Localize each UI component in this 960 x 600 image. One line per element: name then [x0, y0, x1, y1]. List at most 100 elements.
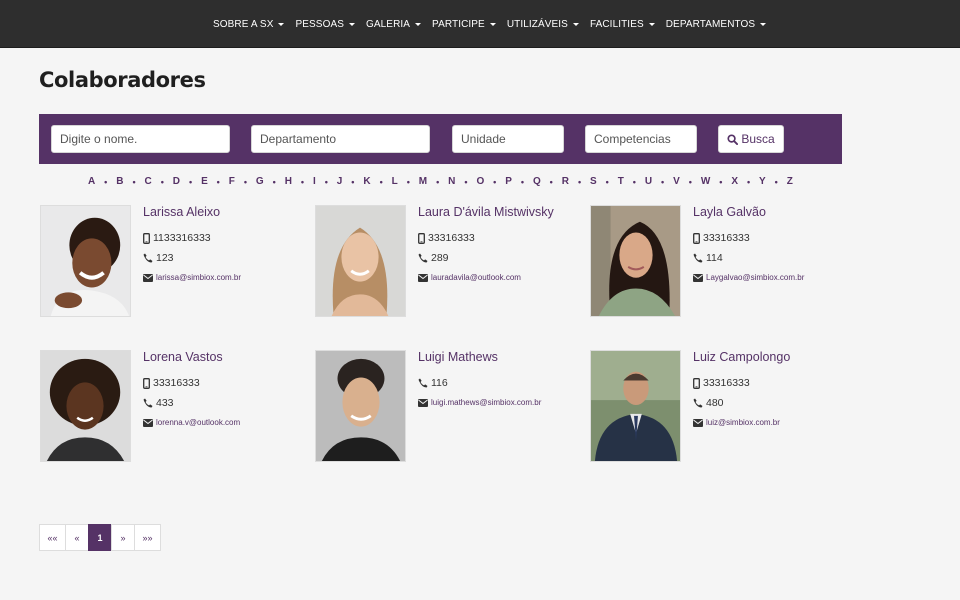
alphabet-letter-h[interactable]: H: [285, 176, 292, 187]
next-page-button[interactable]: »: [111, 524, 135, 551]
alphabet-separator: •: [216, 176, 220, 187]
email-address: luiz@simbiox.com.br: [706, 418, 780, 427]
alphabet-separator: •: [160, 176, 164, 187]
envelope-icon: [418, 273, 428, 282]
alphabet-letter-f[interactable]: F: [229, 176, 235, 187]
alphabet-separator: •: [493, 176, 497, 187]
person-name[interactable]: Luigi Mathews: [418, 350, 498, 364]
alphabet-letter-r[interactable]: R: [562, 176, 569, 187]
alphabet-letter-c[interactable]: C: [145, 176, 152, 187]
name-search-input[interactable]: [51, 125, 230, 153]
caret-down-icon: [648, 22, 655, 26]
mobile-number: 33316333: [153, 377, 200, 389]
alphabet-letter-d[interactable]: D: [173, 176, 180, 187]
alphabet-letter-z[interactable]: Z: [787, 176, 793, 187]
alphabet-separator: •: [577, 176, 582, 187]
current-page-button[interactable]: 1: [88, 524, 112, 551]
email-line[interactable]: Laygalvao@simbiox.com.br: [693, 273, 804, 282]
email-line[interactable]: luigi.mathews@simbiox.com.br: [418, 398, 541, 407]
envelope-icon: [693, 418, 703, 427]
phone-icon: [418, 253, 428, 263]
caret-down-icon: [760, 22, 767, 26]
nav-item-participe[interactable]: PARTICIPE: [432, 19, 496, 30]
skills-input[interactable]: [585, 125, 697, 153]
nav-item-utilizaveis[interactable]: UTILIZÁVEIS: [507, 19, 579, 30]
alphabet-letter-i[interactable]: I: [313, 176, 316, 187]
alphabet-letter-g[interactable]: G: [256, 176, 264, 187]
envelope-icon: [693, 273, 703, 282]
person-name[interactable]: Luiz Campolongo: [693, 350, 790, 364]
phone-icon: [143, 398, 153, 408]
prev-page-button[interactable]: «: [65, 524, 89, 551]
person-photo[interactable]: [40, 350, 131, 462]
email-address: lauradavila@outlook.com: [431, 273, 521, 282]
alphabet-letter-o[interactable]: O: [476, 176, 484, 187]
alphabet-letter-w[interactable]: W: [701, 176, 710, 187]
alphabet-separator: •: [520, 176, 525, 187]
alphabet-letter-k[interactable]: K: [363, 176, 370, 187]
nav-item-label: DEPARTAMENTOS: [665, 18, 756, 30]
email-line[interactable]: larissa@simbiox.com.br: [143, 273, 241, 282]
alphabet-letter-a[interactable]: A: [88, 176, 95, 187]
alphabet-letter-n[interactable]: N: [448, 176, 455, 187]
mobile-line: 1133316333: [143, 232, 211, 244]
phone-line: 480: [693, 397, 724, 409]
caret-down-icon: [278, 22, 285, 26]
alphabet-letter-b[interactable]: B: [116, 176, 123, 187]
envelope-icon: [143, 418, 153, 427]
last-page-button[interactable]: »»: [134, 524, 161, 551]
nav-item-label: FACILITIES: [589, 18, 644, 30]
unit-input[interactable]: [452, 125, 564, 153]
phone-extension: 116: [431, 377, 448, 389]
person-name[interactable]: Larissa Aleixo: [143, 205, 220, 219]
alphabet-letter-q[interactable]: Q: [533, 176, 541, 187]
email-address: lorenna.v@outlook.com: [156, 418, 241, 427]
nav-item-label: SOBRE A SX: [213, 18, 274, 30]
person-name[interactable]: Lorena Vastos: [143, 350, 223, 364]
alphabet-separator: •: [632, 176, 636, 187]
alphabet-letter-t[interactable]: T: [618, 176, 624, 187]
alphabet-separator: •: [300, 176, 305, 187]
alphabet-separator: •: [406, 176, 410, 187]
phone-extension: 123: [156, 252, 174, 264]
alphabet-letter-p[interactable]: P: [505, 176, 512, 187]
department-input[interactable]: [251, 125, 430, 153]
email-line[interactable]: lorenna.v@outlook.com: [143, 418, 240, 427]
person-name[interactable]: Laura D'ávila Mistwivsky: [418, 205, 554, 219]
person-name[interactable]: Layla Galvão: [693, 205, 766, 219]
person-photo[interactable]: [590, 205, 681, 317]
nav-item-pessoas[interactable]: PESSOAS: [295, 19, 355, 30]
nav-item-label: PESSOAS: [295, 18, 344, 30]
email-line[interactable]: lauradavila@outlook.com: [418, 273, 521, 282]
alphabet-letter-v[interactable]: V: [673, 176, 680, 187]
person-photo[interactable]: [315, 350, 406, 462]
phone-icon: [143, 253, 153, 263]
first-page-button[interactable]: ««: [39, 524, 66, 551]
alphabet-letter-e[interactable]: E: [201, 176, 208, 187]
person-photo[interactable]: [315, 205, 406, 317]
mobile-line: 33316333: [418, 232, 475, 244]
nav-item-facilities[interactable]: FACILITIES: [590, 19, 655, 30]
mobile-icon: [693, 232, 700, 244]
caret-down-icon: [572, 22, 579, 26]
alphabet-separator: •: [436, 176, 440, 187]
email-line[interactable]: luiz@simbiox.com.br: [693, 418, 780, 427]
nav-item-sobre[interactable]: SOBRE A SX: [213, 18, 285, 30]
alphabet-separator: •: [324, 176, 328, 187]
alphabet-letter-l[interactable]: L: [392, 176, 398, 187]
search-button[interactable]: Busca: [718, 125, 784, 153]
alphabet-separator: •: [605, 176, 609, 187]
alphabet-letter-s[interactable]: S: [590, 176, 597, 187]
nav-item-departamentos[interactable]: DEPARTAMENTOS: [665, 18, 767, 30]
person-photo[interactable]: [40, 205, 131, 317]
alphabet-letter-u[interactable]: U: [645, 176, 652, 187]
nav-item-galeria[interactable]: GALERIA: [366, 19, 422, 30]
phone-extension: 289: [431, 252, 449, 264]
pagination: «« « 1 » »»: [39, 524, 161, 551]
alphabet-letter-j[interactable]: J: [337, 176, 343, 187]
alphabet-letter-m[interactable]: M: [419, 176, 427, 187]
phone-line: 123: [143, 252, 174, 264]
alphabet-letter-x[interactable]: X: [731, 176, 738, 187]
person-photo[interactable]: [590, 350, 681, 462]
alphabet-letter-y[interactable]: Y: [759, 176, 766, 187]
